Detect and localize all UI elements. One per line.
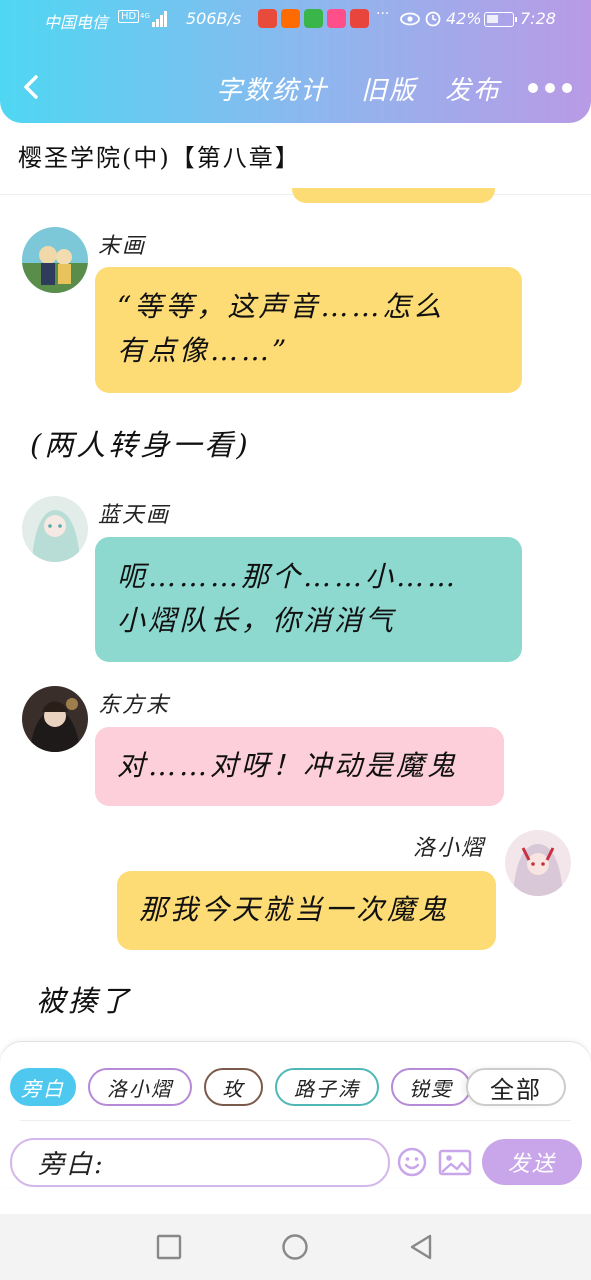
battery-icon xyxy=(484,12,517,27)
alarm-icon xyxy=(425,11,441,27)
avatar[interactable] xyxy=(505,830,571,896)
role-chip[interactable]: 玫 xyxy=(204,1068,263,1106)
publish-button[interactable]: 发布 xyxy=(445,70,501,107)
back-icon[interactable] xyxy=(408,1234,434,1260)
avatar[interactable] xyxy=(22,496,88,562)
signal-icon: 4G xyxy=(140,11,167,27)
app-notification-icon xyxy=(258,9,277,28)
divider xyxy=(20,1120,571,1121)
weibo-icon xyxy=(281,9,300,28)
message-bubble[interactable]: 呃………那个……小…… 小熠队长，你消消气 xyxy=(95,537,522,662)
clock: 7:28 xyxy=(520,9,556,28)
document-title[interactable]: 樱圣学院(中)【第八章】 xyxy=(18,138,301,173)
message-line: 呃………那个……小…… xyxy=(117,560,459,593)
speaker-name: 末画 xyxy=(98,234,147,259)
app-header: 中国电信 HD 4G 506B/s ··· 42% 7:28 字数统计 旧版 发… xyxy=(0,0,591,123)
video-app-icon xyxy=(327,9,346,28)
input-role-prefix: 旁白: xyxy=(38,1150,105,1180)
app-notification-icon xyxy=(350,9,369,28)
role-chip[interactable]: 洛小熠 xyxy=(88,1068,192,1106)
narration-text[interactable]: (两人转身一看) xyxy=(30,422,251,464)
carrier-label: 中国电信 xyxy=(44,13,109,32)
message-bubble[interactable]: 那我今天就当一次魔鬼 xyxy=(117,871,496,950)
notification-icons xyxy=(258,9,369,28)
image-icon[interactable] xyxy=(438,1146,472,1178)
speaker-name: 洛小熠 xyxy=(413,836,486,861)
role-chip-narrator[interactable]: 旁白 xyxy=(10,1068,76,1106)
home-icon[interactable] xyxy=(282,1234,308,1260)
message-bubble[interactable]: 对……对呀！冲动是魔鬼 xyxy=(95,727,504,806)
message-input[interactable]: 旁白: xyxy=(10,1138,390,1187)
svg-text:4G: 4G xyxy=(140,12,150,20)
avatar[interactable] xyxy=(22,227,88,293)
previous-bubble-fragment xyxy=(292,188,495,203)
message-line: “等等，这声音……怎么 xyxy=(117,290,445,323)
old-version-button[interactable]: 旧版 xyxy=(361,70,417,107)
message-bubble[interactable]: “等等，这声音……怎么 有点像……” xyxy=(95,267,522,393)
speaker-name: 蓝天画 xyxy=(98,503,171,528)
message-line: 那我今天就当一次魔鬼 xyxy=(139,893,450,926)
word-count-button[interactable]: 字数统计 xyxy=(216,70,328,107)
app-notification-icon xyxy=(304,9,323,28)
battery-percent: 42% xyxy=(446,9,482,28)
back-arrow-icon[interactable] xyxy=(18,72,44,102)
role-chip[interactable]: 路子涛 xyxy=(275,1068,379,1106)
speaker-name: 东方末 xyxy=(98,693,171,718)
status-bar: 中国电信 HD 4G 506B/s ··· 42% 7:28 xyxy=(0,0,591,40)
recent-apps-icon[interactable] xyxy=(156,1234,182,1260)
send-button[interactable]: 发送 xyxy=(482,1139,582,1185)
narration-text[interactable]: 被揍了 xyxy=(36,978,132,1020)
hd-badge: HD xyxy=(118,10,140,23)
message-line: 对……对呀！冲动是魔鬼 xyxy=(117,749,459,782)
eye-icon xyxy=(400,12,420,26)
message-line: 小熠队长，你消消气 xyxy=(117,604,397,637)
emoji-icon[interactable] xyxy=(396,1146,428,1178)
more-options-icon[interactable] xyxy=(528,83,572,93)
role-chip[interactable]: 锐雯 xyxy=(391,1068,471,1106)
all-roles-button[interactable]: 全部 xyxy=(466,1068,566,1106)
more-notifications-icon: ··· xyxy=(376,6,390,22)
navbar: 字数统计 旧版 发布 xyxy=(0,62,591,114)
message-line: 有点像……” xyxy=(117,334,290,367)
avatar[interactable] xyxy=(22,686,88,752)
network-speed: 506B/s xyxy=(186,9,242,28)
